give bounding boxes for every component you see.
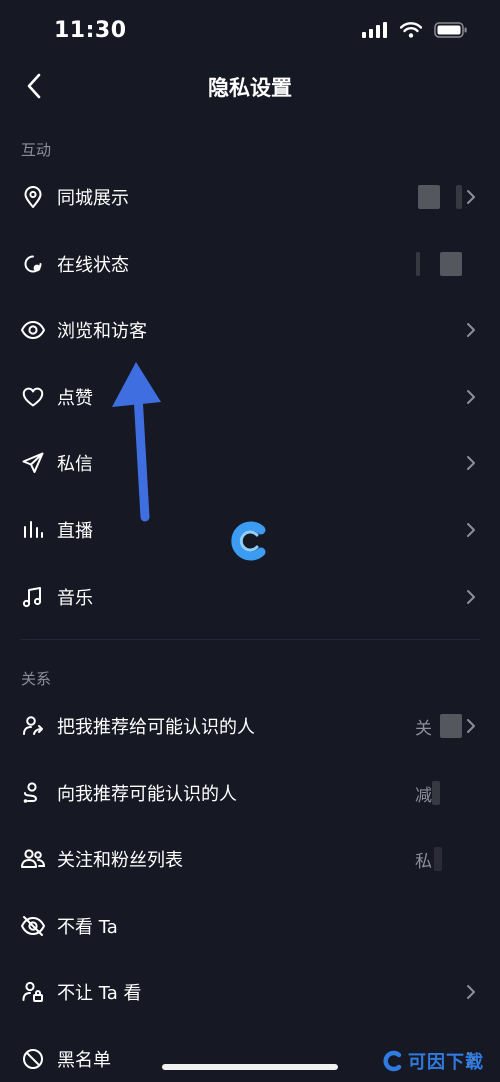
watermark-logo-icon	[231, 521, 266, 561]
watermark-text: 可因下载	[408, 1052, 484, 1073]
corner-watermark: 可因下载	[382, 1048, 484, 1074]
privacy-settings-screen: 11:30 隐私设置 互动 同城展示 在线状态 浏览和访客 点赞 私信 直播 音…	[0, 0, 500, 1082]
home-indicator[interactable]	[162, 1064, 338, 1070]
watermark-c-icon	[383, 1050, 402, 1072]
